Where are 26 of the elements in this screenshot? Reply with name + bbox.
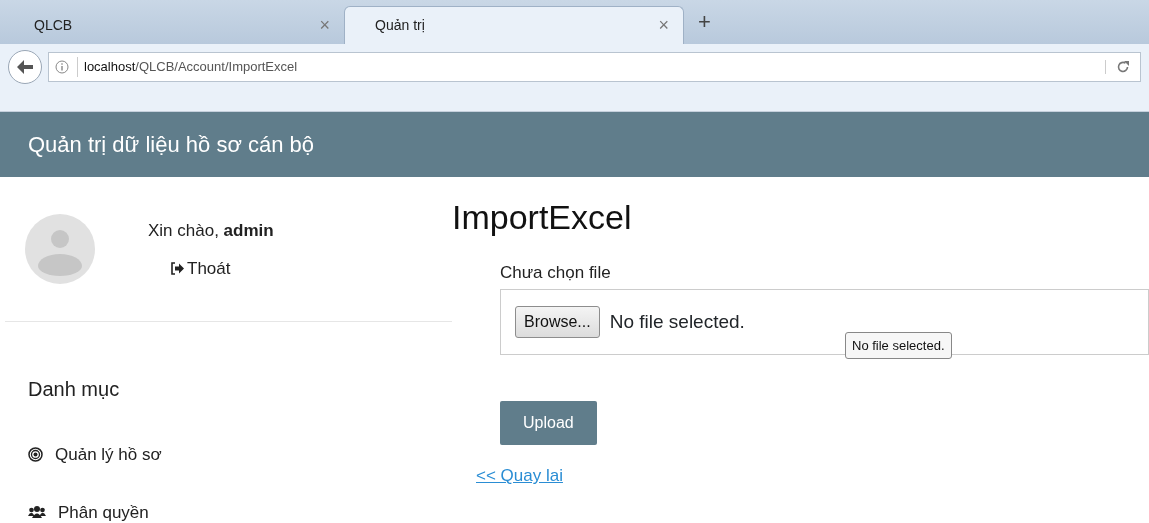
browser-tab[interactable]: Quản trị ×: [344, 6, 684, 44]
sidebar-item[interactable]: Quản lý hồ sơ: [28, 442, 452, 468]
page-title: ImportExcel: [452, 197, 633, 238]
app-title-bar: Quản trị dữ liệu hồ sơ cán bộ: [0, 112, 1149, 177]
tab-title: Quản trị: [375, 16, 425, 35]
address-bar[interactable]: localhost/QLCB/Account/ImportExcel: [48, 52, 1141, 82]
upload-button[interactable]: Upload: [500, 401, 597, 446]
target-icon: [28, 447, 43, 463]
tab-title: QLCB: [34, 15, 73, 35]
url-text: localhost/QLCB/Account/ImportExcel: [77, 57, 298, 77]
back-link[interactable]: << Quay lai: [476, 463, 563, 489]
new-tab-button[interactable]: +: [684, 5, 711, 44]
logout-icon: [170, 261, 185, 275]
sidebar-item[interactable]: Phân quyền: [28, 499, 452, 523]
logout-link[interactable]: Thoát: [170, 255, 274, 281]
avatar: [25, 214, 95, 284]
back-button[interactable]: [8, 50, 42, 84]
browser-tab[interactable]: QLCB ×: [4, 6, 344, 44]
info-icon[interactable]: [55, 60, 69, 74]
back-arrow-icon: [16, 59, 34, 75]
users-icon: [28, 505, 46, 520]
sidebar-heading: Danh mục: [28, 377, 121, 402]
tooltip: No file selected.: [845, 331, 952, 360]
field-label: Chưa chọn file: [500, 261, 612, 284]
greeting-text: Xin chào, admin: [148, 220, 274, 242]
close-icon[interactable]: ×: [658, 12, 669, 39]
